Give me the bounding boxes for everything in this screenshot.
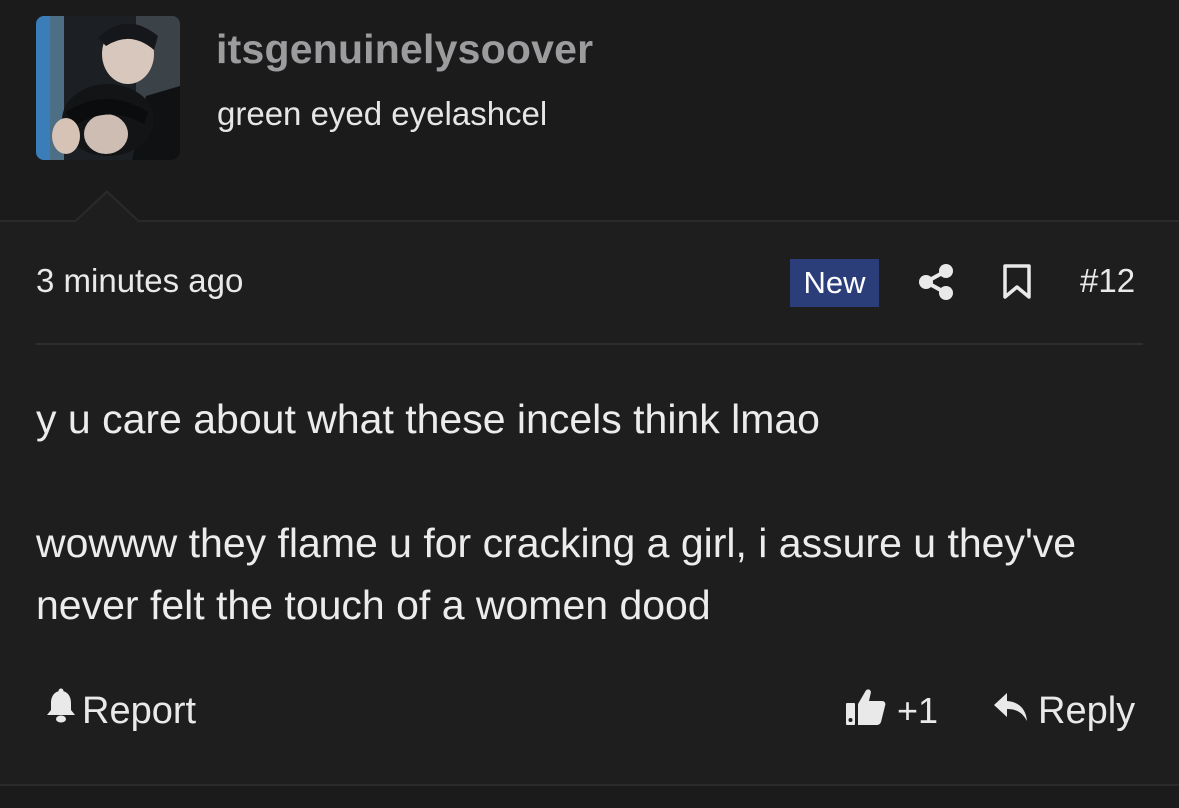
new-badge: New: [790, 259, 879, 307]
post-body: y u care about what these incels think l…: [36, 388, 1136, 636]
share-icon[interactable]: [917, 263, 955, 301]
report-button[interactable]: Report: [44, 688, 196, 734]
post-paragraph: y u care about what these incels think l…: [36, 396, 820, 442]
like-count: +1: [897, 690, 939, 731]
post-page: itsgenuinelysoover green eyed eyelashcel…: [0, 0, 1179, 808]
username[interactable]: itsgenuinelysoover: [216, 26, 593, 73]
post-timestamp[interactable]: 3 minutes ago: [36, 262, 243, 300]
avatar[interactable]: [36, 16, 180, 160]
pointer-arrow-inner: [75, 193, 139, 223]
bell-icon: [44, 688, 78, 734]
user-header: itsgenuinelysoover green eyed eyelashcel: [0, 0, 1179, 221]
bookmark-icon[interactable]: [1002, 264, 1032, 300]
reply-arrow-icon: [992, 690, 1030, 733]
reply-label: Reply: [1038, 689, 1136, 732]
header-divider: [0, 220, 1179, 222]
post-number-link[interactable]: #12: [1080, 262, 1135, 300]
thumbs-up-icon: [845, 687, 887, 736]
meta-divider: [36, 343, 1143, 345]
like-button[interactable]: +1: [845, 688, 938, 734]
user-title: green eyed eyelashcel: [217, 95, 548, 132]
next-post-strip: [0, 786, 1179, 808]
report-label: Report: [82, 689, 197, 732]
reply-button[interactable]: Reply: [992, 688, 1135, 734]
post-paragraph: wowww they flame u for cracking a girl, …: [36, 520, 1077, 628]
